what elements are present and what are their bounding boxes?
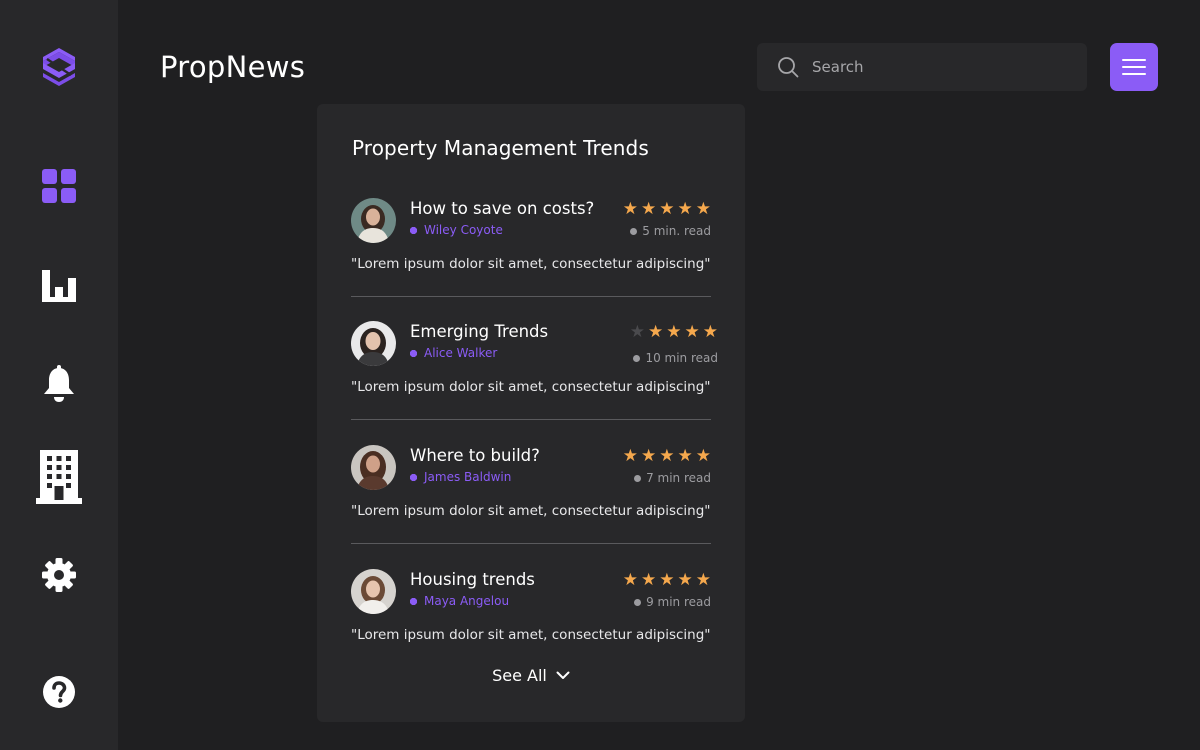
clock-icon bbox=[630, 227, 638, 235]
read-time: 7 min read bbox=[634, 471, 711, 485]
article-item[interactable]: Emerging Trends Alice Walker ★ ★ ★ ★ ★ 1… bbox=[351, 321, 718, 445]
dashboard-icon[interactable] bbox=[42, 169, 76, 203]
article-excerpt: "Lorem ipsum dolor sit amet, consectetur… bbox=[351, 627, 711, 643]
divider bbox=[351, 543, 711, 544]
avatar bbox=[351, 445, 396, 490]
star-icon: ★ bbox=[702, 322, 718, 342]
star-icon: ★ bbox=[622, 199, 638, 219]
read-time-label: 7 min read bbox=[646, 471, 711, 485]
article-author[interactable]: Alice Walker bbox=[410, 346, 497, 360]
star-icon: ★ bbox=[659, 446, 675, 466]
building-icon[interactable] bbox=[36, 450, 82, 504]
avatar bbox=[351, 321, 396, 366]
article-title[interactable]: Housing trends bbox=[410, 570, 535, 589]
tag-icon bbox=[410, 349, 417, 357]
star-icon: ★ bbox=[695, 446, 711, 466]
avatar bbox=[351, 569, 396, 614]
search-box[interactable] bbox=[757, 43, 1087, 91]
bar-chart-icon[interactable] bbox=[42, 268, 76, 302]
article-author[interactable]: Maya Angelou bbox=[410, 594, 509, 608]
search-input[interactable] bbox=[812, 58, 1062, 76]
avatar bbox=[351, 198, 396, 243]
star-icon: ★ bbox=[684, 322, 700, 342]
divider bbox=[351, 419, 711, 420]
author-name[interactable]: Maya Angelou bbox=[424, 594, 509, 608]
article-item[interactable]: Where to build? James Baldwin ★ ★ ★ ★ ★ … bbox=[351, 445, 711, 569]
trends-card: Property Management Trends How to save o… bbox=[317, 104, 745, 722]
star-icon: ★ bbox=[622, 446, 638, 466]
read-time-label: 10 min read bbox=[645, 351, 718, 365]
tag-icon bbox=[410, 473, 417, 481]
sidebar bbox=[0, 0, 118, 750]
star-icon: ★ bbox=[641, 446, 657, 466]
divider bbox=[351, 296, 711, 297]
rating-stars: ★ ★ ★ ★ ★ bbox=[623, 447, 711, 465]
rating-stars: ★ ★ ★ ★ ★ bbox=[623, 200, 711, 218]
star-icon: ★ bbox=[622, 570, 638, 590]
clock-icon bbox=[634, 598, 642, 606]
star-icon: ★ bbox=[641, 570, 657, 590]
bell-icon[interactable] bbox=[42, 365, 76, 403]
star-icon: ★ bbox=[695, 199, 711, 219]
logo-icon[interactable] bbox=[41, 47, 77, 87]
star-icon: ★ bbox=[648, 322, 664, 342]
read-time: 5 min. read bbox=[630, 224, 711, 238]
article-author[interactable]: Wiley Coyote bbox=[410, 223, 503, 237]
star-icon: ★ bbox=[666, 322, 682, 342]
author-name[interactable]: Wiley Coyote bbox=[424, 223, 503, 237]
article-title[interactable]: Where to build? bbox=[410, 446, 540, 465]
app-title: PropNews bbox=[160, 50, 306, 84]
star-icon: ★ bbox=[629, 322, 645, 342]
author-name[interactable]: Alice Walker bbox=[424, 346, 497, 360]
star-icon: ★ bbox=[641, 199, 657, 219]
tag-icon bbox=[410, 226, 417, 234]
star-icon: ★ bbox=[677, 570, 693, 590]
hamburger-icon bbox=[1122, 59, 1146, 75]
article-excerpt: "Lorem ipsum dolor sit amet, consectetur… bbox=[351, 503, 711, 519]
star-icon: ★ bbox=[659, 199, 675, 219]
gear-icon[interactable] bbox=[42, 558, 76, 592]
star-icon: ★ bbox=[659, 570, 675, 590]
star-icon: ★ bbox=[695, 570, 711, 590]
article-excerpt: "Lorem ipsum dolor sit amet, consectetur… bbox=[351, 256, 711, 272]
article-title[interactable]: Emerging Trends bbox=[410, 322, 548, 341]
star-icon: ★ bbox=[677, 446, 693, 466]
help-icon[interactable] bbox=[42, 675, 76, 709]
see-all-label[interactable]: See All bbox=[492, 666, 547, 685]
search-icon bbox=[778, 57, 799, 78]
article-author[interactable]: James Baldwin bbox=[410, 470, 511, 484]
article-item[interactable]: How to save on costs? Wiley Coyote ★ ★ ★… bbox=[351, 198, 711, 322]
read-time-label: 5 min. read bbox=[642, 224, 711, 238]
see-all-button[interactable]: See All bbox=[317, 666, 745, 685]
rating-stars: ★ ★ ★ ★ ★ bbox=[623, 571, 711, 589]
read-time: 10 min read bbox=[633, 351, 718, 365]
rating-stars: ★ ★ ★ ★ ★ bbox=[630, 323, 718, 341]
clock-icon bbox=[634, 474, 642, 482]
read-time: 9 min read bbox=[634, 595, 711, 609]
chevron-down-icon bbox=[556, 671, 570, 679]
read-time-label: 9 min read bbox=[646, 595, 711, 609]
author-name[interactable]: James Baldwin bbox=[424, 470, 511, 484]
tag-icon bbox=[410, 597, 417, 605]
menu-button[interactable] bbox=[1110, 43, 1158, 91]
star-icon: ★ bbox=[677, 199, 693, 219]
article-title[interactable]: How to save on costs? bbox=[410, 199, 594, 218]
clock-icon bbox=[633, 354, 641, 362]
article-excerpt: "Lorem ipsum dolor sit amet, consectetur… bbox=[351, 379, 711, 395]
card-title: Property Management Trends bbox=[352, 136, 649, 160]
